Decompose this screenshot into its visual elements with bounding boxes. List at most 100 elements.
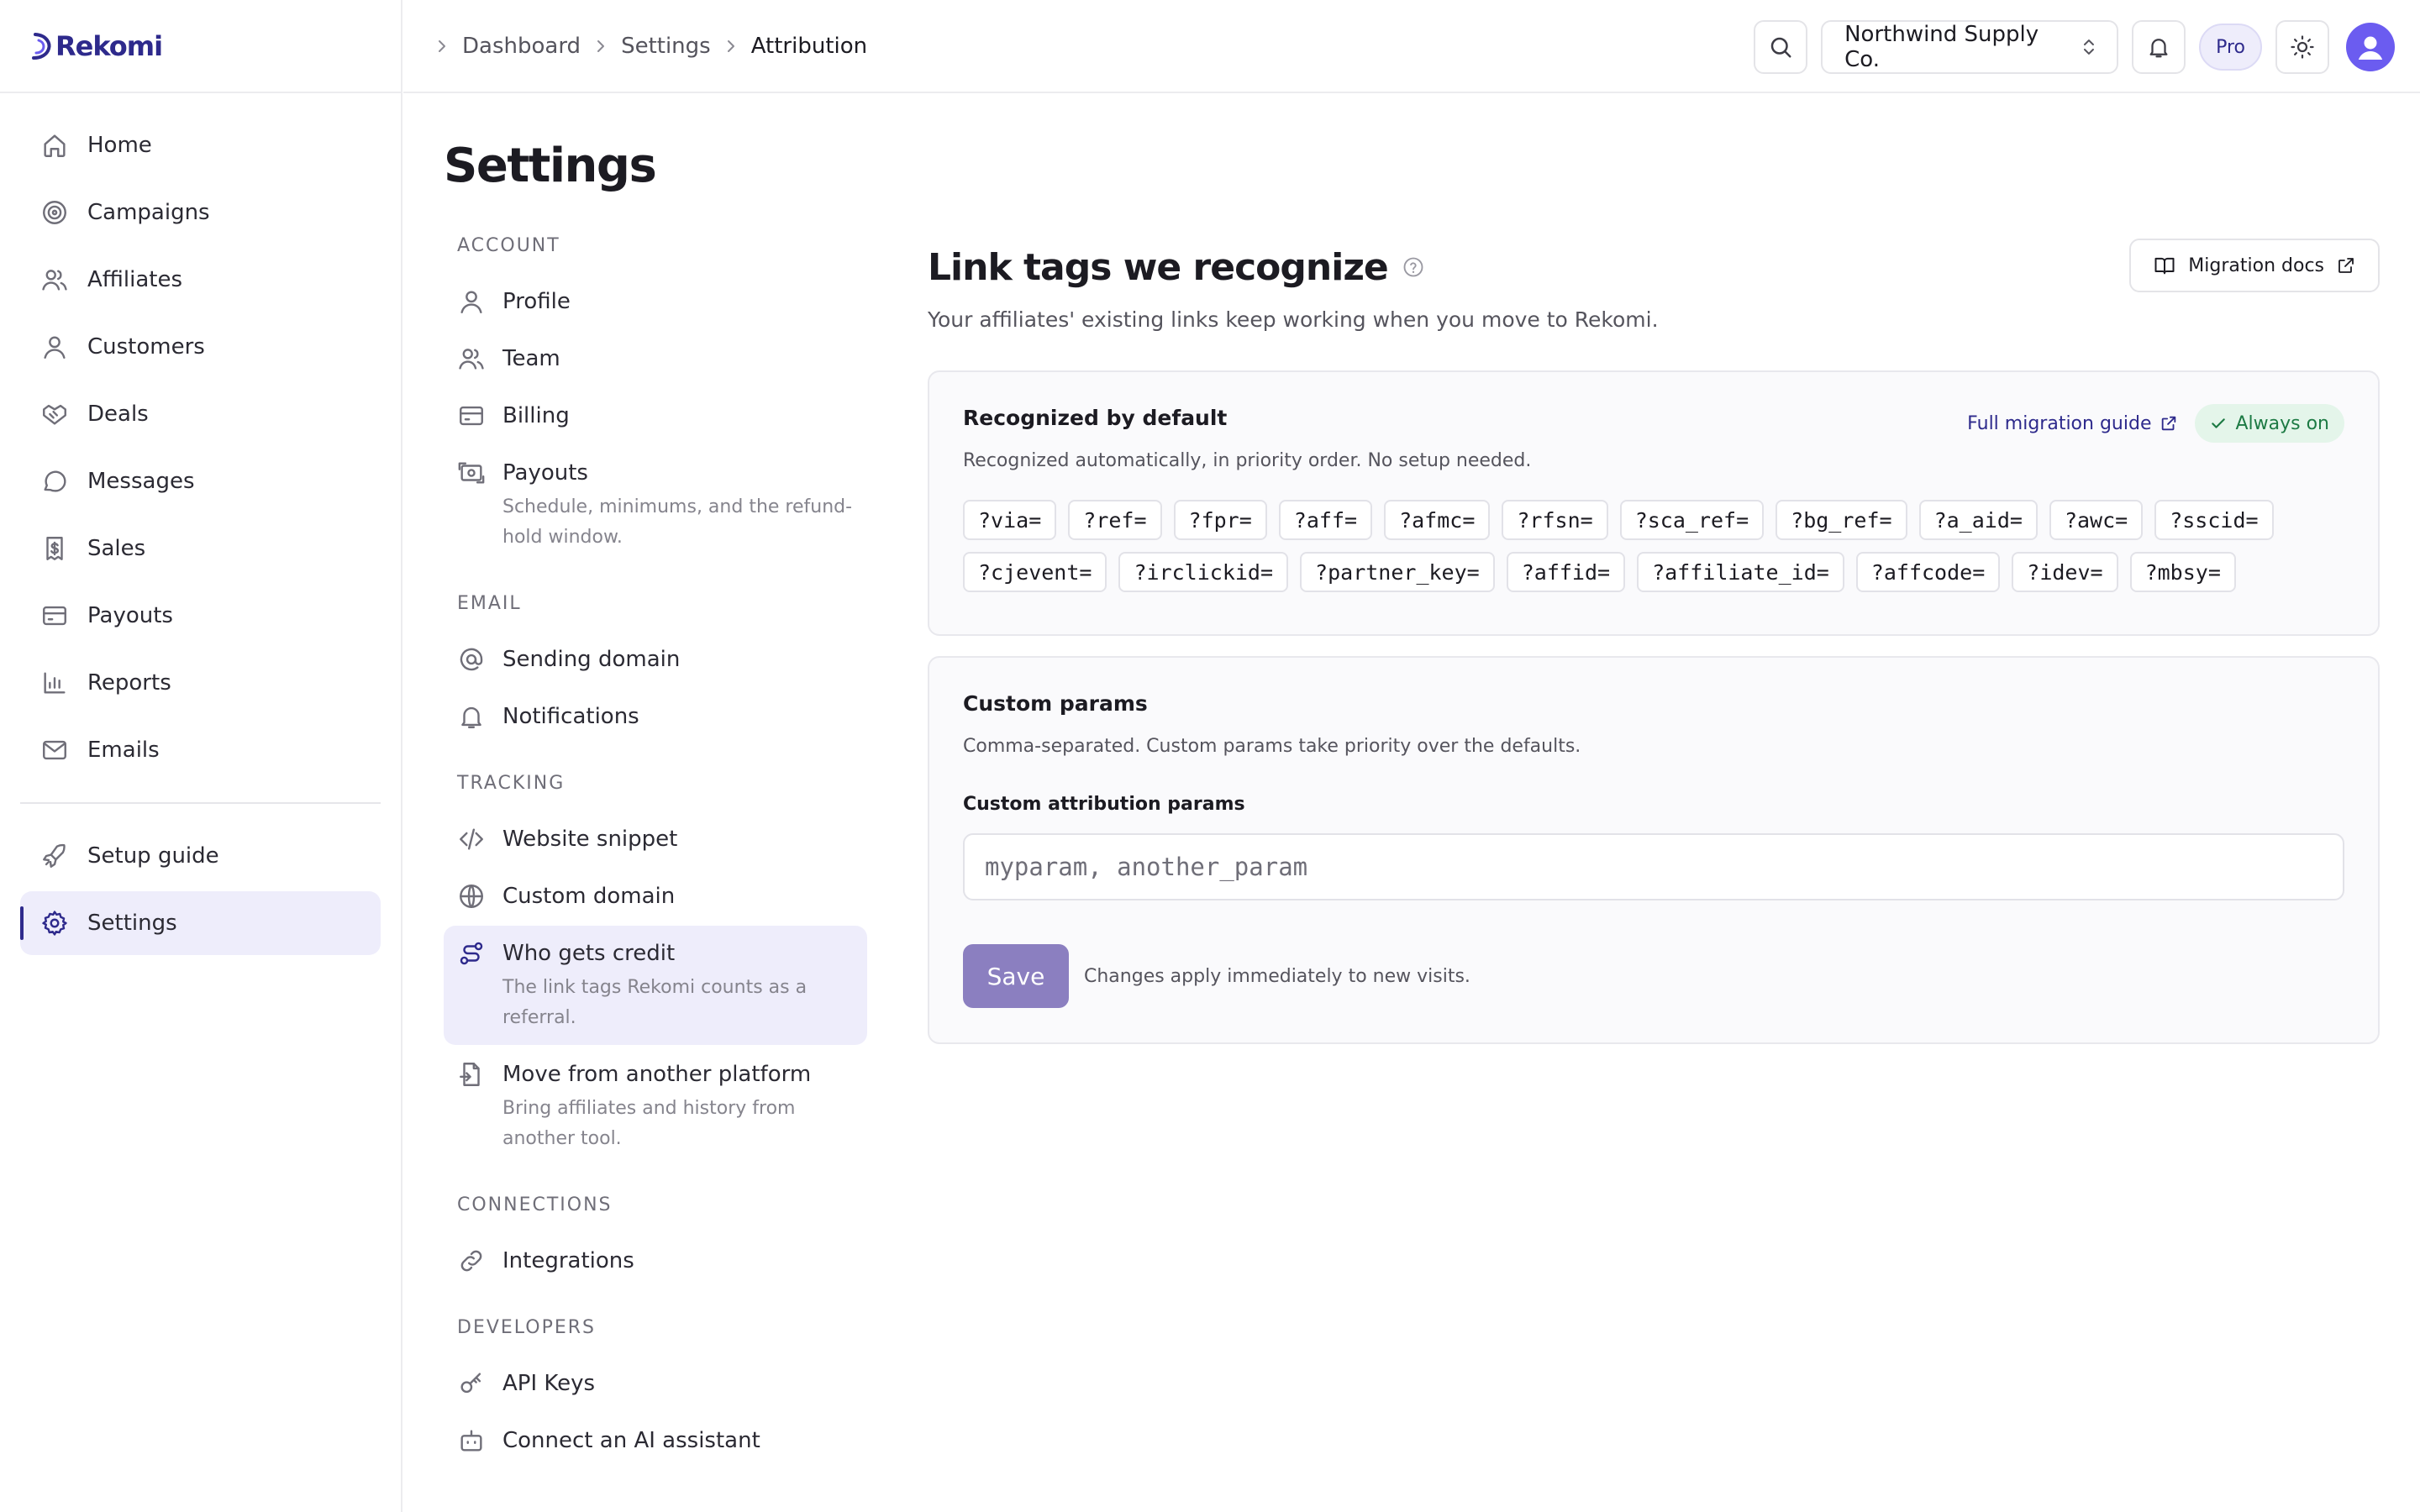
param-chip: ?mbsy=	[2129, 552, 2236, 592]
settings-nav-item-label: API Keys	[502, 1371, 596, 1396]
status-badge-label: Always on	[2235, 412, 2329, 434]
search-icon	[1770, 37, 1791, 58]
param-chip: ?sca_ref=	[1619, 500, 1765, 540]
custom-params-card: Custom params Comma-separated. Custom pa…	[928, 656, 2380, 1044]
settings-nav-item-profile[interactable]: Profile	[444, 274, 867, 329]
settings-nav-item-move-from-another-platform[interactable]: Move from another platform Bring affilia…	[444, 1047, 867, 1166]
settings-nav-item-integrations[interactable]: Integrations	[444, 1233, 867, 1289]
param-chip: ?aff=	[1278, 500, 1373, 540]
code-icon	[460, 828, 483, 850]
param-chip: ?affcode=	[1855, 552, 2001, 592]
help-circle-icon[interactable]	[1402, 255, 1425, 279]
user-icon	[44, 336, 66, 359]
sidebar-item-deals[interactable]: Deals	[20, 382, 381, 446]
sidebar-item-customers[interactable]: Customers	[20, 315, 381, 379]
sidebar-item-home[interactable]: Home	[20, 113, 381, 177]
migration-docs-button[interactable]: Migration docs	[2129, 239, 2380, 292]
settings-nav-item-label: Profile	[502, 289, 571, 314]
settings-nav-item-who-gets-credit[interactable]: Who gets credit The link tags Rekomi cou…	[444, 926, 867, 1045]
sidebar-item-label: Reports	[87, 670, 171, 696]
settings-nav-item-text: Notifications	[502, 701, 639, 732]
section-subtitle: Your affiliates' existing links keep wor…	[928, 307, 1659, 332]
sidebar-item-label: Affiliates	[87, 267, 183, 292]
chevron-right-icon	[727, 39, 734, 52]
app-nav: Home Campaigns Affiliates Customers Deals Mes…	[0, 93, 401, 955]
settings-nav-item-label: Who gets credit	[502, 941, 676, 966]
home-icon	[44, 134, 66, 157]
settings-nav-item-label: Team	[502, 346, 560, 371]
sidebar-item-settings[interactable]: Settings	[20, 891, 381, 955]
sun-icon	[2291, 35, 2314, 59]
settings-nav-item-team[interactable]: Team	[444, 331, 867, 386]
full-migration-guide-label: Full migration guide	[1967, 412, 2152, 434]
settings-nav-item-desc: The link tags Rekomi counts as a referra…	[502, 977, 808, 1028]
users-icon	[459, 349, 484, 370]
sidebar-item-sales[interactable]: Sales	[20, 517, 381, 580]
save-button[interactable]: Save	[963, 944, 1069, 1008]
param-chip: ?sscid=	[2154, 500, 2274, 540]
sidebar-item-setup-guide[interactable]: Setup guide	[20, 824, 381, 888]
settings-nav-group: TRACKING Website snippet Custom domain W…	[444, 773, 867, 1166]
sidebar-item-affiliates[interactable]: Affiliates	[20, 248, 381, 312]
notifications-button[interactable]	[2132, 20, 2186, 74]
settings-nav-item-connect-an-ai-assistant[interactable]: Connect an AI assistant	[444, 1413, 867, 1468]
plan-badge[interactable]: Pro	[2199, 24, 2262, 71]
settings-nav-group: EMAIL Sending domain Notifications	[444, 593, 867, 744]
users-icon	[42, 270, 67, 291]
settings-nav-item-api-keys[interactable]: API Keys	[444, 1356, 867, 1411]
sidebar-item-emails[interactable]: Emails	[20, 718, 381, 782]
brand-name: Rekomi	[55, 29, 163, 62]
param-chip: ?rfsn=	[1502, 500, 1608, 540]
default-params-card: Recognized by default Recognized automat…	[928, 370, 2380, 636]
external-link-icon	[2162, 416, 2176, 431]
sidebar-item-label: Messages	[87, 469, 195, 494]
param-chip: ?awc=	[2049, 500, 2144, 540]
sidebar-item-label: Payouts	[87, 603, 173, 628]
settings-nav-item-desc: Bring affiliates and history from anothe…	[502, 1098, 796, 1149]
settings-nav-group-label: EMAIL	[457, 593, 522, 614]
avatar[interactable]	[2346, 23, 2395, 71]
default-params-list: ?via= ?ref= ?fpr= ?aff= ?afmc= ?rfsn= ?sca_ref…	[963, 500, 2344, 592]
brand-logo[interactable]: Rekomi	[30, 29, 163, 62]
settings-nav-item-notifications[interactable]: Notifications	[444, 689, 867, 744]
settings-nav-item-desc: Schedule, minimums, and the refund-hold …	[502, 496, 853, 548]
settings-nav-group-label: ACCOUNT	[457, 235, 560, 256]
theme-toggle-button[interactable]	[2275, 20, 2329, 74]
logo-row: Rekomi	[0, 0, 401, 93]
mail-icon	[43, 740, 66, 760]
settings-nav-item-custom-domain[interactable]: Custom domain	[444, 869, 867, 924]
settings-nav-item-sending-domain[interactable]: Sending domain	[444, 632, 867, 687]
search-button[interactable]	[1754, 20, 1808, 74]
full-migration-guide-link[interactable]: Full migration guide	[1967, 413, 2178, 434]
settings-nav-item-payouts[interactable]: Payouts Schedule, minimums, and the refu…	[444, 445, 867, 564]
save-note: Changes apply immediately to new visits.	[1084, 965, 1470, 987]
chevron-right-icon	[439, 39, 445, 52]
external-link-icon	[2338, 258, 2354, 273]
param-chip: ?partner_key=	[1300, 552, 1495, 592]
settings-nav-item-text: Move from another platform Bring affilia…	[502, 1058, 854, 1154]
sidebar-item-payouts[interactable]: Payouts	[20, 584, 381, 648]
save-row: Save Changes apply immediately to new vi…	[963, 944, 2344, 1008]
sidebar-item-campaigns[interactable]: Campaigns	[20, 181, 381, 244]
param-chip: ?bg_ref=	[1776, 500, 1907, 540]
custom-params-input[interactable]	[963, 833, 2344, 900]
param-chip: ?cjevent=	[963, 552, 1107, 592]
settings-nav-item-text: Sending domain	[502, 643, 680, 675]
handshake-icon	[43, 404, 66, 425]
globe-icon	[460, 885, 483, 908]
settings-nav-item-website-snippet[interactable]: Website snippet	[444, 811, 867, 867]
card-icon	[460, 406, 483, 426]
settings-nav-item-text: API Keys	[502, 1368, 595, 1399]
check-icon	[2212, 418, 2226, 428]
breadcrumb-settings[interactable]: Settings	[621, 34, 711, 59]
sidebar-item-messages[interactable]: Messages	[20, 449, 381, 513]
settings-nav-item-text: Website snippet	[502, 823, 677, 855]
settings-nav-item-billing[interactable]: Billing	[444, 388, 867, 444]
page-title: Settings	[444, 139, 657, 193]
sidebar-item-label: Campaigns	[87, 200, 210, 225]
file-import-icon	[460, 1063, 480, 1086]
org-switcher[interactable]: Northwind Supply Co.	[1821, 20, 2119, 74]
breadcrumb-dashboard[interactable]: Dashboard	[462, 34, 581, 59]
key-icon	[460, 1373, 481, 1394]
sidebar-item-reports[interactable]: Reports	[20, 651, 381, 715]
